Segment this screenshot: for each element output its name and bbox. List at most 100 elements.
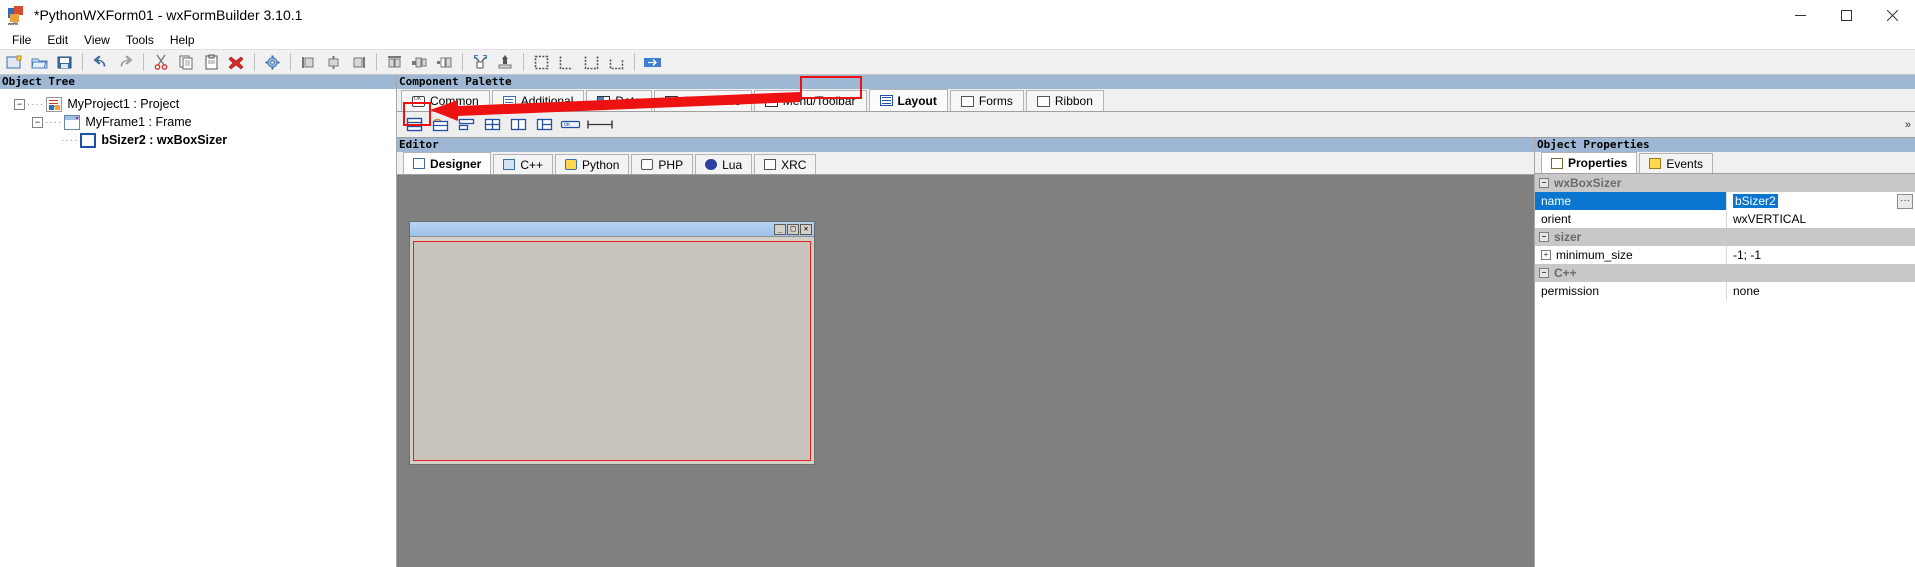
tree-connector: ···· [27,98,45,110]
tab-properties[interactable]: Properties [1541,152,1638,173]
expand-icon[interactable] [468,51,493,74]
align-left-icon[interactable] [296,51,321,74]
category-expander-icon[interactable]: − [1539,232,1549,242]
cut-icon[interactable] [149,51,174,74]
tree-node-myframe1[interactable]: − ···· MyFrame1 : Frame [0,113,396,131]
editor-tab-label: XRC [781,157,807,172]
palette-tab-containers[interactable]: Containers [653,90,752,111]
tree-node-myproject1[interactable]: − ···· MyProject1 : Project [0,95,396,113]
name-input[interactable]: bSizer2 [1733,194,1778,208]
palette-tab-layout[interactable]: Layout [868,89,948,111]
align-middle-icon[interactable] [407,51,432,74]
new-file-icon[interactable] [2,51,27,74]
minimize-button[interactable] [1777,0,1823,30]
property-row-minimum-size[interactable]: + minimum_size -1; -1 [1535,246,1915,264]
open-file-icon[interactable] [27,51,52,74]
palette-tab-ribbon[interactable]: Ribbon [1025,90,1104,111]
undo-icon[interactable] [88,51,113,74]
minimum-size-value[interactable]: -1; -1 [1727,246,1915,264]
tab-events[interactable]: Events [1639,153,1714,173]
xrc-icon [764,159,777,170]
property-row-orient[interactable]: orient wxVERTICAL [1535,210,1915,228]
close-button[interactable] [1869,0,1915,30]
stretch-icon[interactable] [493,51,518,74]
tab-designer[interactable]: Designer [403,152,492,174]
palette-button-strip: OK » [397,112,1915,138]
border-all-icon[interactable] [529,51,554,74]
object-tree[interactable]: − ···· MyProject1 : Project − ···· MyFra… [0,89,396,149]
tab-php[interactable]: PHP [631,154,694,174]
toolbar-separator [143,53,144,71]
maximize-button[interactable] [1823,0,1869,30]
toolbar-separator [634,53,635,71]
tab-python[interactable]: Python [555,154,630,174]
tree-node-bsizer2[interactable]: ···· bSizer2 : wxBoxSizer [0,131,396,149]
orient-value[interactable]: wxVERTICAL [1727,210,1915,228]
mock-frame-sizer-area[interactable] [413,241,811,461]
designer-icon [413,158,425,169]
property-grid[interactable]: − wxBoxSizer name bSizer2 ··· orient wxV… [1535,174,1915,567]
spacer-icon[interactable] [583,114,617,136]
menu-tools[interactable]: Tools [118,30,162,50]
fit-icon[interactable] [640,51,665,74]
palette-tab-additional[interactable]: Additional [491,90,585,111]
save-file-icon[interactable] [52,51,77,74]
tab-lua[interactable]: Lua [695,154,753,174]
palette-tab-forms[interactable]: Forms [949,90,1024,111]
mock-maximize-button[interactable]: □ [787,223,799,235]
palette-overflow-icon[interactable]: » [1905,119,1911,131]
property-row-permission[interactable]: permission none [1535,282,1915,300]
name-ellipsis-button[interactable]: ··· [1897,193,1913,209]
tab-cpp[interactable]: C++ [493,154,554,174]
wxgridbagsizer-icon[interactable] [531,114,557,136]
wxboxsizer-icon[interactable] [401,114,427,136]
redo-icon[interactable] [113,51,138,74]
wxstdialogbuttonsizer-icon[interactable]: OK [557,114,583,136]
designer-canvas[interactable]: _ □ ✕ [397,175,1534,567]
category-label: wxBoxSizer [1554,176,1622,190]
align-center-icon[interactable] [321,51,346,74]
property-category-cpp[interactable]: − C++ [1535,264,1915,282]
border-left-icon[interactable] [554,51,579,74]
menu-view[interactable]: View [76,30,118,50]
mock-close-button[interactable]: ✕ [800,223,812,235]
palette-tab-menu-toolbar[interactable]: Menu/Toolbar [753,90,867,111]
property-row-name[interactable]: name bSizer2 ··· [1535,192,1915,210]
object-tree-panel: Object Tree − ···· MyProject1 : Project … [0,75,397,567]
object-tree-caption: Object Tree [0,75,396,89]
palette-tab-label: Menu/Toolbar [782,94,856,108]
wxwrapsizer-icon[interactable] [453,114,479,136]
common-icon [412,95,425,107]
paste-icon[interactable] [199,51,224,74]
menu-file[interactable]: File [4,30,39,50]
border-bottom-icon[interactable] [604,51,629,74]
toolbar-separator [82,53,83,71]
palette-tab-label: Ribbon [1054,94,1093,108]
align-right-icon[interactable] [346,51,371,74]
category-expander-icon[interactable]: − [1539,268,1549,278]
tree-expander-icon[interactable]: − [32,116,43,128]
delete-icon[interactable] [224,51,249,74]
palette-tab-common[interactable]: Common [401,90,490,111]
menu-help[interactable]: Help [162,30,203,50]
mock-frame[interactable]: _ □ ✕ [409,221,815,465]
wxflexgridsizer-icon[interactable] [505,114,531,136]
copy-icon[interactable] [174,51,199,74]
property-category-sizer[interactable]: − sizer [1535,228,1915,246]
border-right-icon[interactable] [579,51,604,74]
palette-tab-data[interactable]: Data [586,90,652,111]
align-top-icon[interactable] [382,51,407,74]
generate-code-icon[interactable] [260,51,285,74]
mock-minimize-button[interactable]: _ [774,223,786,235]
category-expander-icon[interactable]: − [1539,178,1549,188]
property-category-wxboxsizer[interactable]: − wxBoxSizer [1535,174,1915,192]
align-bottom-icon[interactable] [432,51,457,74]
wxstaticboxsizer-icon[interactable] [427,114,453,136]
tab-xrc[interactable]: XRC [754,154,817,174]
menu-edit[interactable]: Edit [39,30,76,50]
wxgridsizer-icon[interactable] [479,114,505,136]
permission-value[interactable]: none [1727,282,1915,300]
property-value-cell[interactable]: bSizer2 ··· [1727,192,1915,210]
tree-expander-icon[interactable]: − [14,98,25,110]
property-expander-icon[interactable]: + [1541,250,1551,260]
